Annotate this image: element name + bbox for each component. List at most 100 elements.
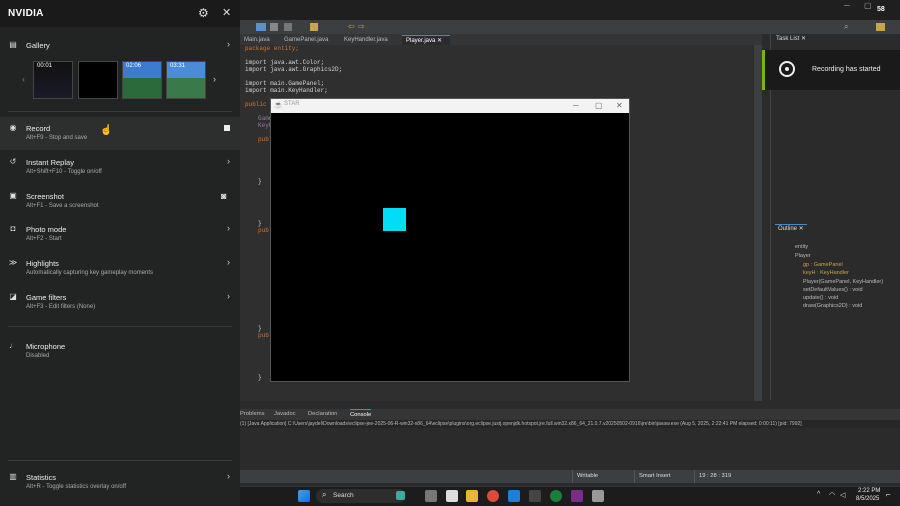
gallery-thumbnail[interactable] (78, 61, 118, 99)
corner-label: 58 (877, 6, 885, 13)
console-launch-line: (1) [Java Application] C:\Users\jaydel\D… (240, 420, 900, 428)
close-icon[interactable]: ✕ (437, 38, 442, 44)
status-bar: Writable Smart Insert 19 : 28 : 319 (240, 470, 900, 483)
photo-mode-row[interactable]: ◘ Photo mode Alt+F2 - Start › (0, 218, 240, 251)
camera-icon[interactable]: ◙ (221, 191, 226, 201)
gallery-next-icon[interactable]: › (213, 74, 216, 84)
clock-time[interactable]: 2:22 PM (858, 488, 880, 494)
xbox-icon[interactable] (550, 490, 562, 502)
instant-replay-row[interactable]: ↺ Instant Replay Alt+Shift+F10 - Toggle … (0, 151, 240, 184)
chevron-right-icon[interactable]: › (227, 223, 230, 233)
eclipse-titlebar: 58 ─ ▢ (240, 0, 900, 20)
minimize-icon[interactable]: ─ (844, 1, 850, 10)
statistics-row[interactable]: ▥ Statistics Alt+R - Toggle statistics o… (0, 466, 240, 499)
outline-item[interactable]: update() : void (803, 295, 838, 301)
notification-center-icon[interactable]: ⌐ (886, 490, 891, 499)
volume-icon[interactable]: ◁ (840, 491, 845, 499)
code-line: import java.awt.Color; (245, 59, 325, 66)
chevron-right-icon[interactable]: › (227, 291, 230, 301)
tray-chevron-icon[interactable]: ^ (817, 491, 820, 498)
game-filters-row[interactable]: ◪ Game filters Alt+F3 - Edit filters (No… (0, 286, 240, 319)
console-tabs: Problems Javadoc Declaration Console (240, 409, 900, 420)
chrome-icon[interactable] (487, 490, 499, 502)
tab-main[interactable]: Main.java (240, 35, 274, 45)
calendar-icon[interactable] (446, 490, 458, 502)
screenshot-row[interactable]: ▣ Screenshot Alt+F1 - Save a screenshot … (0, 185, 240, 218)
outlook-icon[interactable] (508, 490, 520, 502)
highlights-label: Highlights (26, 259, 59, 268)
gallery-thumbnail[interactable]: 03:31 (166, 61, 206, 99)
microphone-row[interactable]: ♩ Microphone Disabled (0, 335, 240, 368)
task-view-icon[interactable] (425, 490, 437, 502)
screenshot-label: Screenshot (26, 192, 64, 201)
console-output[interactable] (240, 428, 900, 470)
chevron-right-icon[interactable]: › (227, 39, 230, 49)
tab-outline[interactable]: Outline ✕ (775, 224, 807, 232)
tab-console[interactable]: Console (350, 409, 372, 420)
divider (8, 111, 232, 112)
outline-item-label: setDefaultValues() : void (803, 287, 863, 293)
gallery-prev-icon[interactable]: ‹ (22, 74, 25, 84)
close-icon[interactable]: ✕ (616, 101, 623, 110)
nvidia-header: NVIDIA ⚙ ✕ (0, 0, 240, 27)
maximize-icon[interactable]: ▢ (595, 101, 603, 110)
outline-item[interactable]: setDefaultValues() : void (803, 287, 863, 293)
file-explorer-icon[interactable] (466, 490, 478, 502)
toolbar-icon[interactable] (284, 23, 292, 31)
microphone-icon: ♩ (9, 341, 17, 350)
star-window[interactable]: ☕ STAR ─ ▢ ✕ (270, 98, 630, 382)
microphone-status: Disabled (26, 353, 50, 359)
chevron-right-icon[interactable]: › (227, 156, 230, 166)
screenshot-shortcut: Alt+F1 - Save a screenshot (26, 203, 99, 209)
perspective-icon[interactable] (876, 23, 885, 31)
outline-item[interactable]: draw(Graphics2D) : void (803, 303, 862, 309)
java-app-icon[interactable] (592, 490, 604, 502)
outline-item[interactable]: gp : GamePanel (803, 262, 843, 268)
tab-problems[interactable]: Problems (240, 409, 264, 420)
outline-item[interactable]: entity (795, 244, 808, 250)
editor-tabs: Main.java GamePanel.java KeyHandler.java… (240, 34, 762, 45)
outline-item[interactable]: Player(GamePanel, KeyHandler) (803, 279, 883, 285)
star-titlebar[interactable]: ☕ STAR ─ ▢ ✕ (271, 99, 629, 113)
gallery-thumbnail[interactable]: 00:01 (33, 61, 73, 99)
back-icon[interactable]: ⇦ (348, 22, 355, 31)
capcut-icon[interactable] (529, 490, 541, 502)
outline-item[interactable]: keyH : KeyHandler (803, 270, 849, 276)
close-icon[interactable]: ✕ (222, 6, 231, 19)
settings-gear-icon[interactable]: ⚙ (198, 6, 209, 20)
recording-notification: Recording has started (762, 50, 900, 90)
tab-player[interactable]: Player.java ✕ (402, 35, 450, 45)
forward-icon[interactable]: ⇨ (358, 22, 365, 31)
editor-scrollbar[interactable] (754, 45, 762, 401)
toolbar-icon[interactable] (270, 23, 278, 31)
status-writable: Writable (572, 470, 598, 483)
chevron-right-icon[interactable]: › (227, 257, 230, 267)
toolbar-icon[interactable] (310, 23, 318, 31)
tab-task-list[interactable]: Task List ✕ (772, 34, 810, 45)
mouse-cursor-icon: ☝ (100, 125, 113, 136)
tab-gamepanel[interactable]: GamePanel.java (280, 35, 332, 45)
highlights-row[interactable]: ≫ Highlights Automatically capturing key… (0, 252, 240, 285)
record-row[interactable]: ◉ Record Alt+F9 - Stop and save ☝ (0, 117, 240, 150)
code-line: } (258, 325, 262, 332)
wifi-icon[interactable]: ◠ (829, 491, 835, 499)
gallery-thumbnail[interactable]: 02:06 (122, 61, 162, 99)
maximize-icon[interactable]: ▢ (864, 1, 872, 10)
taskbar-search[interactable]: ⌕ Search (316, 489, 406, 503)
minimize-icon[interactable]: ─ (573, 101, 579, 110)
record-icon: ◉ (9, 123, 17, 132)
tab-declaration[interactable]: Declaration (308, 409, 337, 420)
eclipse-icon[interactable] (571, 490, 583, 502)
toolbar-icon[interactable] (256, 23, 266, 31)
outline-title: Outline (778, 226, 798, 232)
star-title: STAR (284, 101, 300, 107)
clock-date[interactable]: 8/5/2025 (856, 496, 879, 502)
search-icon[interactable]: ⌕ (844, 22, 848, 32)
tab-javadoc[interactable]: Javadoc (274, 409, 296, 420)
outline-item[interactable]: Player (795, 253, 811, 259)
gallery-label: Gallery (26, 41, 50, 50)
tab-keyhandler[interactable]: KeyHandler.java (340, 35, 392, 45)
stop-icon[interactable] (224, 125, 230, 131)
chevron-right-icon[interactable]: › (227, 471, 230, 481)
windows-start-icon[interactable] (298, 490, 310, 502)
